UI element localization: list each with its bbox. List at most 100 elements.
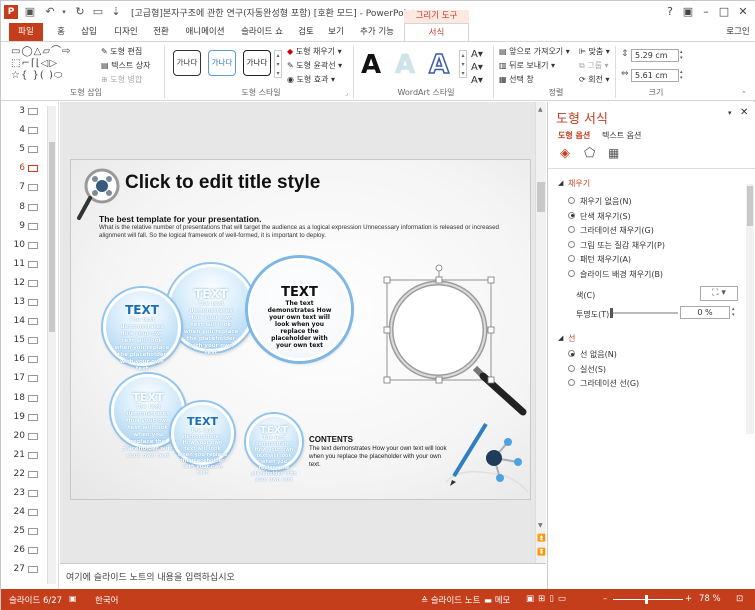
pane-scrollbar[interactable]	[746, 184, 754, 434]
shape-style-1[interactable]: 가나다	[173, 50, 201, 76]
slide-thumbnail[interactable]	[28, 127, 38, 135]
text-bubble-3[interactable]: TEXT The text demonstrates How your own …	[103, 288, 181, 372]
contents-text[interactable]: The text demonstrates How your own text …	[309, 445, 449, 469]
save-icon[interactable]: ▣	[23, 5, 37, 19]
rotate-button[interactable]: ⟳ 회전 ▾	[579, 74, 610, 85]
shape-height-input[interactable]: 5.29 cm	[631, 49, 679, 62]
align-button[interactable]: ⊫ 맞춤 ▾	[579, 46, 610, 57]
contents-title[interactable]: CONTENTS	[309, 435, 353, 444]
pane-close-button[interactable]: ✕	[740, 107, 748, 118]
slide-thumbnail[interactable]	[28, 184, 38, 192]
customize-toolbar-icon[interactable]: ⇣	[109, 5, 123, 19]
slide-thumbnail[interactable]	[28, 528, 38, 536]
slide-thumbnail[interactable]	[28, 470, 38, 478]
fill-option-label[interactable]: 단색 채우기(S)	[580, 211, 631, 222]
merge-shapes-button[interactable]: ⊕ 도형 병합	[101, 74, 142, 85]
shape-style-2[interactable]: 가나다	[208, 50, 236, 76]
slide-thumbnail[interactable]	[28, 432, 38, 440]
fill-option-label[interactable]: 슬라이드 배경 채우기(B)	[580, 269, 663, 280]
send-backward-button[interactable]: ▥ 뒤로 보내기 ▾	[499, 60, 555, 71]
slide-thumbnail[interactable]	[28, 375, 38, 383]
slide-thumbnail[interactable]	[28, 547, 38, 555]
wordart-style-3[interactable]: A	[428, 49, 450, 81]
slide-thumbnail[interactable]	[28, 241, 38, 249]
help-button[interactable]: ?	[661, 4, 679, 20]
line-radio[interactable]	[568, 379, 575, 386]
shape-styles-launcher-icon[interactable]: ⌟	[345, 90, 348, 97]
view-buttons[interactable]: ▣⊞▯▭	[526, 594, 570, 604]
slide-thumbnail[interactable]	[28, 146, 38, 154]
fill-section-header[interactable]: 채우기	[568, 178, 590, 189]
thumbnail-scroll-thumb[interactable]	[49, 142, 55, 332]
notes-pane[interactable]: 여기에 슬라이드 노트의 내용을 입력하십시오	[60, 563, 546, 589]
line-radio[interactable]	[568, 350, 575, 357]
fill-radio[interactable]	[568, 255, 575, 262]
redo-icon[interactable]: ↻	[73, 5, 87, 19]
edit-shape-button[interactable]: ✎ 도형 편집	[101, 46, 142, 57]
selection-pane-button[interactable]: ▦ 선택 창	[499, 74, 534, 85]
spellcheck-icon[interactable]: ▣	[69, 594, 77, 603]
line-section-header[interactable]: 선	[568, 333, 575, 344]
zoom-slider[interactable]	[613, 599, 683, 600]
line-option-label[interactable]: 실선(S)	[580, 364, 606, 375]
slide-thumbnail[interactable]	[28, 279, 38, 287]
text-bubble-5[interactable]: TEXT The text demonstrates How your own …	[171, 402, 234, 476]
shape-style-gallery-scroll[interactable]: ▴ ▾ ▾	[274, 50, 282, 78]
fill-radio[interactable]	[568, 197, 575, 204]
slide[interactable]: Click to edit title style The best templ…	[70, 159, 531, 500]
tab-shape-options[interactable]: 도형 옵션	[558, 130, 590, 141]
slide-thumbnail[interactable]	[28, 413, 38, 421]
slide-thumbnail[interactable]	[28, 394, 38, 402]
pane-scroll-thumb[interactable]	[747, 186, 753, 226]
minimize-button[interactable]: –	[697, 4, 715, 20]
zoom-level[interactable]: 78 %	[699, 594, 721, 604]
tab-addins[interactable]: 추가 기능	[356, 23, 398, 41]
undo-dropdown-icon[interactable]: ▾	[57, 5, 71, 19]
slide-thumbnail[interactable]	[28, 566, 38, 574]
close-button[interactable]: ✕	[734, 4, 752, 20]
zoom-in-button[interactable]: +	[685, 594, 692, 604]
language-indicator[interactable]: 한국어	[95, 594, 118, 606]
line-option-label[interactable]: 선 없음(N)	[580, 349, 617, 360]
selected-magnifier-shape[interactable]	[383, 260, 528, 420]
fill-line-icon[interactable]: ◈	[560, 146, 570, 161]
bring-forward-button[interactable]: ▤ 앞으로 가져오기 ▾	[499, 46, 570, 57]
next-slide-icon[interactable]: ⏬	[537, 548, 546, 556]
slide-thumbnail[interactable]	[28, 203, 38, 211]
color-picker-button[interactable]: ⛶ ▾	[700, 286, 738, 301]
shape-gallery[interactable]: ▭◯△▱⌒⇨ ⬚⌐⌈⌊◁▷ ☆{ }( )⬭	[11, 46, 93, 82]
fill-radio[interactable]	[568, 211, 575, 219]
transparency-input[interactable]: 0 %	[680, 306, 730, 319]
slide-thumbnail[interactable]	[28, 260, 38, 268]
presentation-icon[interactable]: ▭	[91, 5, 105, 19]
slide-thumbnail[interactable]	[28, 451, 38, 459]
slide-body-text[interactable]: What is the relative number of presentat…	[99, 224, 499, 240]
fill-option-label[interactable]: 그라데이션 채우기(G)	[580, 225, 654, 236]
fill-collapse-icon[interactable]: ◢	[558, 179, 563, 187]
slide-subtitle[interactable]: The best template for your presentation.	[99, 214, 261, 224]
transparency-slider[interactable]	[610, 312, 678, 314]
line-radio[interactable]	[568, 364, 575, 372]
text-fill-outline-effects[interactable]: A▾ A▾ A▾	[471, 48, 483, 87]
effects-pentagon-icon[interactable]: ⬠	[584, 146, 595, 161]
canvas-scroll-thumb[interactable]	[537, 182, 545, 212]
slide-thumbnail[interactable]	[28, 356, 38, 364]
collapse-ribbon-icon[interactable]: ⌃	[741, 90, 747, 98]
tab-insert[interactable]: 삽입	[77, 23, 101, 41]
thumbnail-scrollbar[interactable]	[47, 106, 56, 584]
wordart-gallery-scroll[interactable]: ▴ ▾ ▾	[459, 50, 467, 78]
notes-placeholder[interactable]: 여기에 슬라이드 노트의 내용을 입력하십시오	[66, 570, 235, 583]
wordart-style-2[interactable]: A	[395, 50, 415, 80]
fill-radio[interactable]	[568, 269, 575, 277]
scroll-down-icon[interactable]: ▼	[538, 522, 543, 529]
shape-effects-button[interactable]: ◉ 도형 효과 ▾	[287, 74, 335, 85]
previous-slide-icon[interactable]: ⏫	[537, 534, 546, 542]
slide-title[interactable]: Click to edit title style	[125, 172, 320, 194]
fill-option-label[interactable]: 패턴 채우기(A)	[580, 254, 631, 265]
line-option-label[interactable]: 그라데이션 선(G)	[580, 378, 639, 389]
slide-thumbnail[interactable]	[28, 165, 38, 173]
zoom-out-button[interactable]: –	[603, 594, 607, 604]
wordart-style-1[interactable]: A	[361, 50, 381, 80]
tab-home[interactable]: 홈	[51, 23, 71, 41]
slide-thumbnail[interactable]	[28, 490, 38, 497]
